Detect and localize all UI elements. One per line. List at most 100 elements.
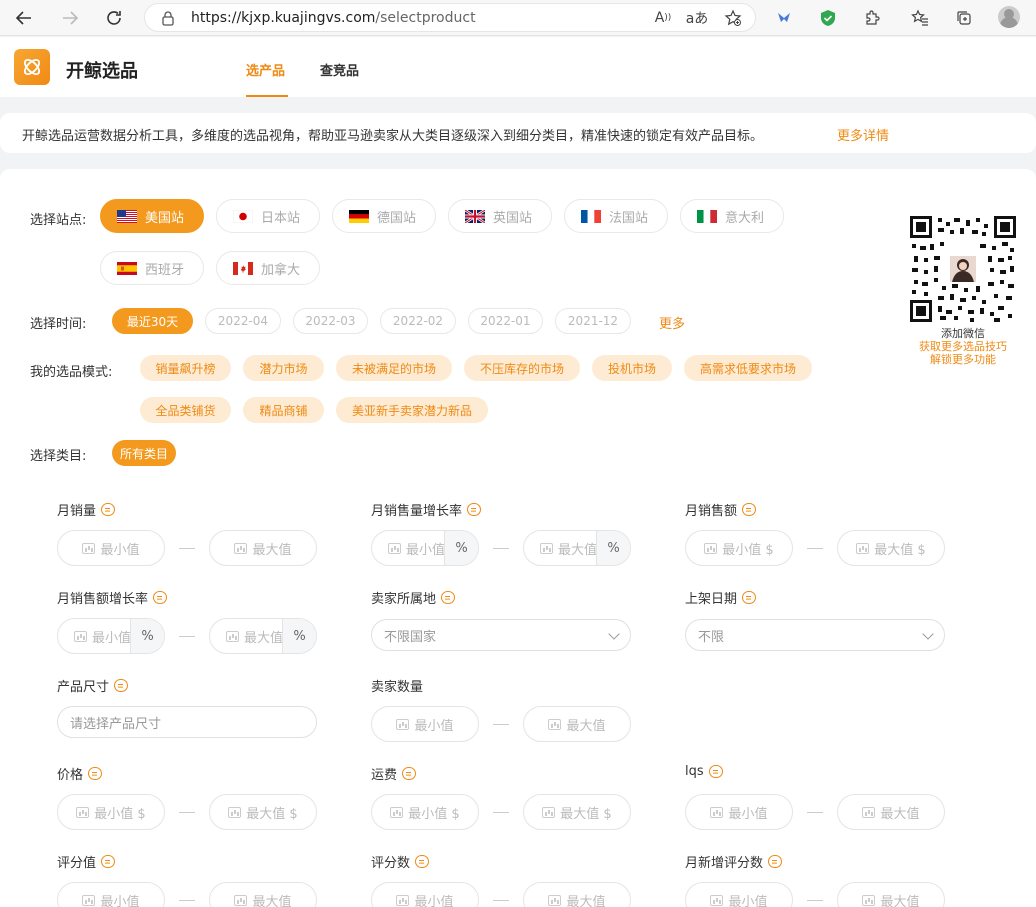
revenue-max-input[interactable]: 最大值 $ — [837, 530, 945, 566]
price-max-input[interactable]: 最大值 $ — [209, 794, 317, 830]
review-count-min-input[interactable]: 最小值 — [371, 882, 479, 907]
forward-icon[interactable] — [58, 6, 82, 30]
range-dash — [493, 724, 509, 725]
brand-name: 开鲸选品 — [66, 61, 138, 82]
tooltip-icon[interactable] — [101, 855, 116, 868]
time-2022-03[interactable]: 2022-03 — [293, 308, 368, 334]
tooltip-icon[interactable] — [441, 591, 456, 604]
placeholder-max-dollar: 最大值 $ — [874, 542, 926, 558]
profile-avatar[interactable] — [998, 6, 1020, 28]
tab-competitor[interactable]: 查竞品 — [320, 60, 359, 79]
tooltip-icon[interactable] — [114, 679, 129, 692]
mode-potential-market[interactable]: 潜力市场 — [243, 355, 324, 381]
site-uk[interactable]: 英国站 — [448, 199, 552, 233]
tooltip-icon[interactable] — [768, 855, 783, 868]
lock-icon[interactable] — [161, 10, 175, 26]
seller-count-max-input[interactable]: 最大值 — [523, 706, 631, 742]
placeholder-max-dollar: 最大值 $ — [560, 806, 612, 822]
rating-max-input[interactable]: 最大值 — [209, 882, 317, 907]
tooltip-icon[interactable] — [708, 765, 723, 778]
shield-icon[interactable] — [816, 6, 840, 30]
category-label: 选择类目: — [30, 449, 87, 464]
extensions-puzzle-icon[interactable] — [860, 6, 884, 30]
time-2021-12[interactable]: 2021-12 — [555, 308, 631, 334]
url-text[interactable]: https://kjxp.kuajingvs.com/selectproduct — [191, 10, 476, 26]
product-size-input[interactable]: 请选择产品尺寸 — [57, 706, 317, 738]
favorites-icon[interactable] — [908, 6, 932, 30]
chart-icon — [710, 806, 724, 818]
seller-location-select[interactable]: 不限国家 — [371, 619, 631, 651]
filter-rating-label: 评分值 — [57, 852, 116, 871]
site-jp[interactable]: 日本站 — [216, 199, 320, 233]
shipping-max-input[interactable]: 最大值 $ — [523, 794, 631, 830]
mode-boutique-store[interactable]: 精品商铺 — [243, 397, 324, 423]
time-2022-02[interactable]: 2022-02 — [380, 308, 456, 334]
site-it[interactable]: 意大利 — [680, 199, 784, 233]
chart-icon — [388, 542, 401, 554]
time-more-link[interactable]: 更多 — [659, 313, 685, 332]
tooltip-icon[interactable] — [402, 767, 417, 780]
lqs-min-input[interactable]: 最小值 — [685, 794, 793, 830]
chart-icon — [542, 806, 556, 818]
translate-icon[interactable]: aあ — [685, 6, 709, 30]
sales-growth-max-input[interactable]: 最大值% — [523, 530, 631, 566]
site-de[interactable]: 德国站 — [332, 199, 436, 233]
tooltip-icon[interactable] — [742, 503, 757, 516]
time-2022-01[interactable]: 2022-01 — [468, 308, 543, 334]
revenue-min-input[interactable]: 最小值 $ — [685, 530, 793, 566]
mode-low-inventory-market[interactable]: 不压库存的市场 — [464, 355, 580, 381]
mode-high-demand-market[interactable]: 高需求低要求市场 — [684, 355, 812, 381]
site-us[interactable]: 美国站 — [100, 199, 204, 233]
filter-seller-location-label: 卖家所属地 — [371, 588, 456, 607]
category-all[interactable]: 所有类目 — [112, 440, 176, 466]
time-2022-04[interactable]: 2022-04 — [205, 308, 281, 334]
logo-icon[interactable] — [14, 49, 50, 85]
monthly-sales-max-input[interactable]: 最大值 — [209, 530, 317, 566]
site-es[interactable]: 西班牙 — [100, 251, 204, 285]
review-count-max-input[interactable]: 最大值 — [523, 882, 631, 907]
sales-growth-min-input[interactable]: 最小值% — [371, 530, 479, 566]
new-reviews-max-input[interactable]: 最大值 — [837, 882, 945, 907]
tooltip-icon[interactable] — [742, 591, 757, 604]
tooltip-icon[interactable] — [153, 591, 168, 604]
mode-full-category[interactable]: 全品类铺货 — [140, 397, 231, 423]
filter-revenue-growth-text: 月销售额增长率 — [57, 592, 149, 607]
collections-icon[interactable] — [952, 6, 976, 30]
tooltip-icon[interactable] — [101, 503, 116, 516]
tab-select-product[interactable]: 选产品 — [246, 60, 285, 79]
read-aloud-icon[interactable]: A)) — [651, 6, 675, 30]
revenue-growth-max-input[interactable]: 最大值% — [209, 618, 317, 654]
price-min-input[interactable]: 最小值 $ — [57, 794, 165, 830]
placeholder-min-dollar: 最小值 $ — [408, 806, 460, 822]
extension-bird-icon[interactable] — [772, 6, 796, 30]
tooltip-icon[interactable] — [88, 767, 103, 780]
monthly-sales-min-input[interactable]: 最小值 — [57, 530, 165, 566]
intro-banner: 开鲸选品运营数据分析工具，多维度的选品视角，帮助亚马逊卖家从大类目逐级深入到细分… — [0, 113, 1036, 153]
rating-min-input[interactable]: 最小值 — [57, 882, 165, 907]
revenue-growth-min-input[interactable]: 最小值% — [57, 618, 165, 654]
placeholder-max: 最大值 — [558, 542, 598, 558]
mode-unmet-market[interactable]: 未被满足的市场 — [336, 355, 452, 381]
add-favorite-icon[interactable] — [721, 6, 745, 30]
mode-speculative-market[interactable]: 投机市场 — [592, 355, 672, 381]
address-bar[interactable]: https://kjxp.kuajingvs.com/selectproduct… — [144, 3, 756, 32]
tooltip-icon[interactable] — [415, 855, 430, 868]
time-last-30-days[interactable]: 最近30天 — [112, 308, 193, 334]
new-reviews-min-input[interactable]: 最小值 — [685, 882, 793, 907]
seller-count-min-input[interactable]: 最小值 — [371, 706, 479, 742]
refresh-icon[interactable] — [102, 6, 126, 30]
tooltip-icon[interactable] — [467, 503, 482, 516]
site-fr[interactable]: 法国站 — [564, 199, 668, 233]
more-details-link[interactable]: 更多详情 — [837, 125, 889, 144]
chart-icon — [396, 894, 410, 906]
listing-date-select[interactable]: 不限 — [685, 619, 945, 651]
placeholder-min: 最小值 — [414, 894, 454, 907]
shipping-min-input[interactable]: 最小值 $ — [371, 794, 479, 830]
lqs-max-input[interactable]: 最大值 — [837, 794, 945, 830]
mode-new-seller-potential[interactable]: 美亚新手卖家潜力新品 — [336, 397, 488, 423]
site-ca[interactable]: 加拿大 — [216, 251, 320, 285]
mode-sales-surge[interactable]: 销量飙升榜 — [140, 355, 231, 381]
back-icon[interactable] — [12, 6, 36, 30]
chart-icon — [710, 894, 724, 906]
filter-listing-date-label: 上架日期 — [685, 588, 757, 607]
